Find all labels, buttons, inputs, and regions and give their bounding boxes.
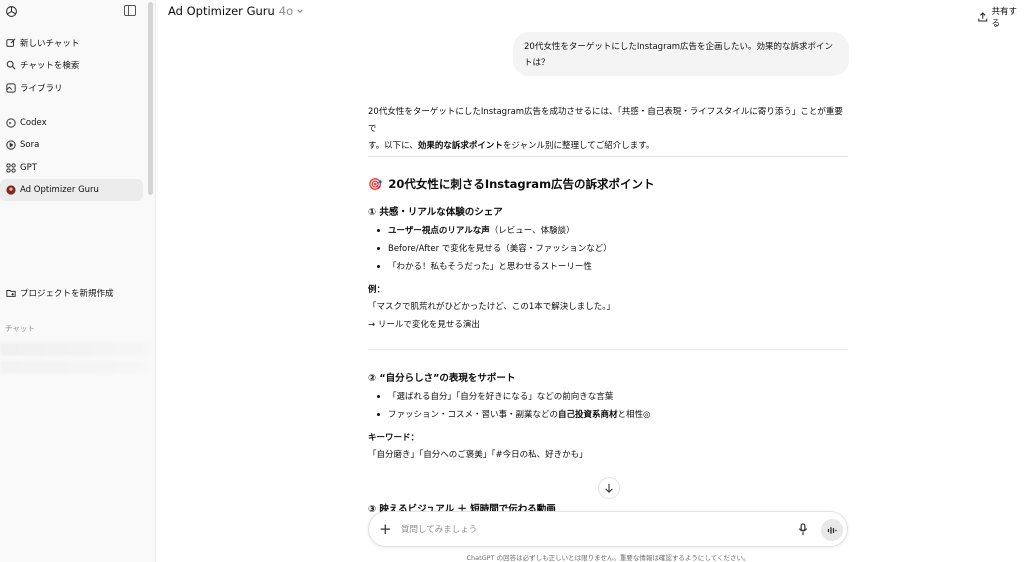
sidebar-item-library[interactable]: ライブラリ: [0, 77, 143, 99]
intro-line: 20代女性をターゲットにしたInstagram広告を成功させるには、「共感・自己…: [368, 107, 843, 134]
sidebar: 新しいチャット チャットを検索 ライブラリ Codex Sora GPT Ad …: [0, 0, 156, 562]
sidebar-toggle-icon[interactable]: [124, 5, 136, 16]
share-icon: [978, 12, 988, 22]
target-icon: 🎯: [368, 177, 383, 191]
codex-icon: [5, 118, 16, 129]
user-message-line: 20代女性をターゲットにしたInstagram広告を企画したい。効果的な訴求ポイ…: [524, 42, 834, 52]
divider: [368, 156, 848, 157]
keyword-label: キーワード：: [368, 433, 420, 443]
chevron-down-icon: [297, 9, 303, 13]
list-text: （レビュー、体験談）: [489, 226, 575, 236]
microphone-icon[interactable]: [798, 523, 808, 536]
sidebar-section-chats-label: チャット: [5, 324, 35, 333]
search-icon: [5, 60, 16, 71]
bold-text: ユーザー視点のリアルな声: [388, 226, 490, 236]
blurred-chat-item[interactable]: [0, 360, 150, 374]
voice-mode-button[interactable]: [821, 519, 843, 541]
list-item: 「選ばれる自分」「自分を好きになる」などの前向きな言葉: [377, 390, 613, 402]
sidebar-scrollbar[interactable]: [148, 2, 153, 195]
sidebar-item-sora[interactable]: Sora: [0, 134, 143, 156]
arrow-down-icon: [605, 483, 613, 493]
top-bar: Ad Optimizer Guru 4o 共有する: [157, 0, 1024, 29]
intro-bold-text: 効果的な訴求ポイント: [417, 141, 503, 151]
model-name: Ad Optimizer Guru: [168, 4, 275, 18]
intro-line: す。以下に、効果的な訴求ポイントをジャンル別に整理してご紹介します。: [368, 138, 848, 155]
message-composer: +: [368, 511, 848, 547]
example-line: 「マスクで肌荒れがひどかったけど、この1本で解決しました。」: [368, 302, 615, 312]
disclaimer-text: ChatGPT の回答は必ずしも正しいとは限りません。重要な情報は確認するように…: [466, 554, 750, 562]
new-chat-icon: [5, 38, 16, 49]
list-item: ユーザー視点のリアルな声 （レビュー、体験談）: [377, 224, 575, 236]
sidebar-item-label: Ad Optimizer Guru: [20, 185, 99, 195]
sidebar-item-gpt[interactable]: GPT: [0, 157, 143, 179]
sidebar-item-label: Codex: [20, 118, 47, 128]
list-text: ファッション・コスメ・習い事・副業などの: [388, 410, 559, 420]
section2-title: ② “自分らしさ”の表現をサポート: [368, 373, 516, 384]
keyword-line: 「自分磨き」「自分へのご褒美」「#今日の私、好きかも」: [368, 450, 588, 460]
sidebar-item-label: プロジェクトを新規作成: [20, 289, 114, 299]
user-message-line: トは？: [524, 58, 550, 68]
list-item: 「わかる！私もそうだった」と思わせるストーリー性: [377, 260, 592, 272]
list-text: と相性◎: [617, 410, 651, 420]
sidebar-item-search[interactable]: チャットを検索: [0, 54, 143, 76]
answer-heading: 🎯 20代女性に刺さるInstagram広告の訴求ポイント: [368, 176, 655, 192]
sidebar-header: [0, 0, 155, 24]
divider: [368, 349, 848, 350]
sidebar-item-label: 新しいチャット: [20, 39, 80, 49]
sidebar-item-label: ライブラリ: [20, 84, 63, 94]
list-item: ファッション・コスメ・習い事・副業などの 自己投資系商材 と相性◎: [377, 408, 650, 420]
sidebar-item-codex[interactable]: Codex: [0, 112, 143, 134]
intro-text: す。以下に、: [368, 141, 418, 151]
waveform-icon: [827, 526, 837, 534]
intro-text: をジャンル別に整理してご紹介します。: [502, 141, 655, 151]
openai-logo-icon[interactable]: [5, 5, 18, 18]
sora-icon: [5, 140, 16, 151]
share-button[interactable]: 共有する: [978, 5, 1024, 29]
bold-text: 自己投資系商材: [558, 410, 618, 420]
plus-icon[interactable]: +: [379, 522, 392, 537]
list-item: Before/After で変化を見せる（美容・ファッションなど）: [377, 242, 612, 254]
library-icon: [5, 83, 16, 94]
heading-text: 20代女性に刺さるInstagram広告の訴求ポイント: [388, 177, 655, 191]
assistant-intro: 20代女性をターゲットにしたInstagram広告を成功させるには、「共感・自己…: [368, 104, 848, 155]
share-label: 共有する: [991, 7, 1018, 29]
sidebar-item-label: Sora: [20, 140, 40, 150]
scroll-down-button[interactable]: [598, 477, 620, 499]
user-message-bubble: 20代女性をターゲットにしたInstagram広告を企画したい。効果的な訴求ポイ…: [513, 32, 849, 76]
sidebar-item-ad-optimizer-guru[interactable]: Ad Optimizer Guru: [0, 179, 143, 201]
new-project-icon: [5, 288, 16, 299]
gpt-avatar-icon: [5, 185, 16, 196]
sidebar-item-new-chat[interactable]: 新しいチャット: [0, 32, 143, 54]
sidebar-item-label: チャットを検索: [20, 61, 80, 71]
example-line: → リールで変化を見せる演出: [368, 320, 480, 330]
example-label: 例：: [368, 285, 386, 295]
prompt-input[interactable]: [401, 522, 781, 538]
model-selector[interactable]: Ad Optimizer Guru 4o: [168, 4, 304, 18]
sidebar-item-label: GPT: [20, 163, 37, 173]
model-version: 4o: [278, 4, 294, 18]
gpt-grid-icon: [5, 163, 16, 174]
section1-title: ① 共感・リアルな体験のシェア: [368, 207, 503, 218]
blurred-chat-item[interactable]: [0, 342, 150, 356]
sidebar-item-new-project[interactable]: プロジェクトを新規作成: [0, 282, 143, 304]
